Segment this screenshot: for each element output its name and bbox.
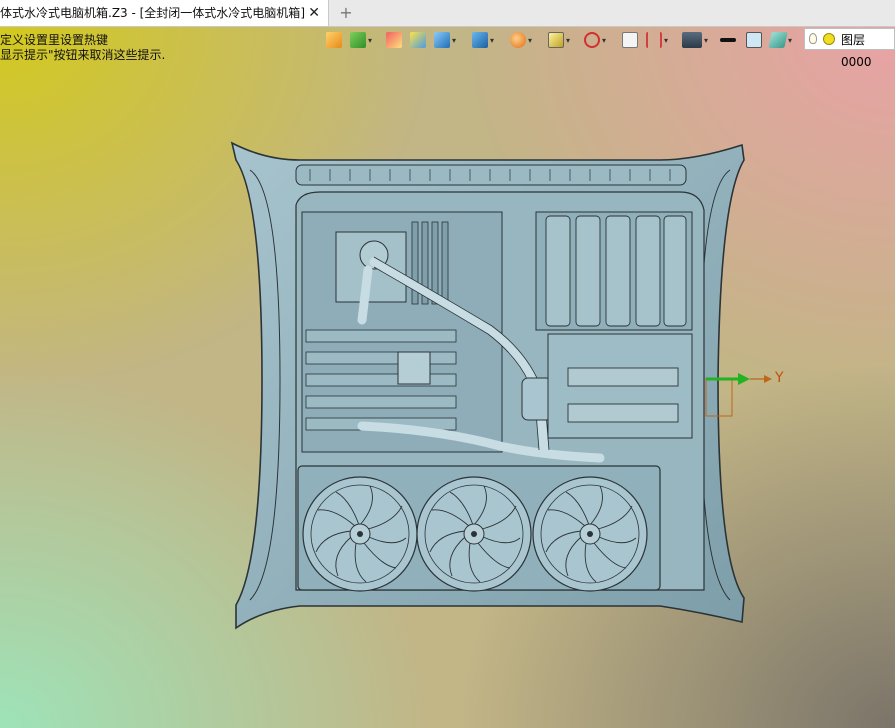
y-axis-label: Y [775,370,784,386]
3d-viewport[interactable]: 定义设置里设置热键 显示提示"按钮来取消这些提示. ▾ ▾ ▾ ▾ ▾ ▾ ▾ … [0,27,895,728]
close-icon[interactable]: ✕ [308,0,320,26]
radiator-fans [297,465,661,592]
motherboard [301,211,503,453]
new-tab-button[interactable]: + [336,0,356,26]
tab-title: 体式水冷式电脑机箱.Z3 - [全封闭一体式水冷式电脑机箱] [0,6,305,20]
tab-bar: 体式水冷式电脑机箱.Z3 - [全封闭一体式水冷式电脑机箱] ✕ + [0,0,895,27]
pc-case-model[interactable] [0,27,895,728]
document-tab[interactable]: 体式水冷式电脑机箱.Z3 - [全封闭一体式水冷式电脑机箱] ✕ [0,0,329,26]
drive-bays [535,211,693,439]
